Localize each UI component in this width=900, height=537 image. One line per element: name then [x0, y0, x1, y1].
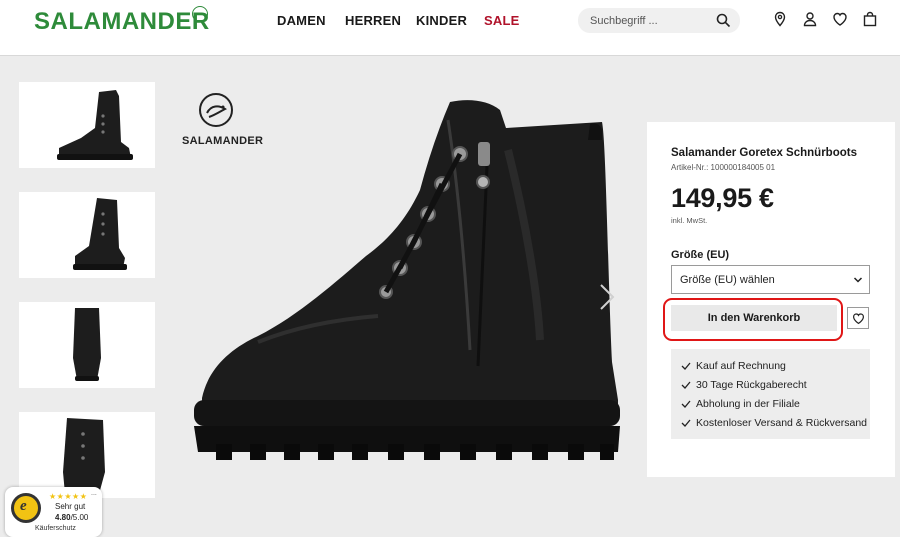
product-thumbnail-4[interactable] — [19, 412, 155, 498]
add-to-cart-button[interactable]: In den Warenkorb — [671, 305, 837, 331]
vat-note: inkl. MwSt. — [671, 216, 708, 225]
checkmark-icon — [681, 362, 691, 370]
nav-kinder[interactable]: KINDER — [416, 13, 467, 28]
cart-icon[interactable] — [862, 11, 878, 27]
article-number: Artikel-Nr.: 100000184005 01 — [671, 163, 776, 172]
account-icon[interactable] — [802, 11, 818, 27]
heart-icon — [853, 313, 864, 325]
boot-thumbnail-image — [73, 308, 101, 381]
product-main-image[interactable] — [188, 80, 628, 490]
gallery-next-arrow-icon[interactable] — [598, 282, 616, 312]
boot-thumbnail-image — [57, 90, 133, 160]
brand-logo[interactable]: SALAMANDER — [34, 8, 210, 36]
product-thumbnail-1[interactable] — [19, 82, 155, 168]
nav-herren[interactable]: HERREN — [345, 13, 401, 28]
chevron-down-icon — [853, 277, 863, 283]
site-header: SALAMANDER DAMEN HERREN KINDER SALE — [0, 0, 900, 56]
brand-logo-icon[interactable] — [192, 6, 208, 22]
size-select[interactable]: Größe (EU) wählen — [671, 265, 870, 294]
rating-text: Sehr gut — [55, 502, 86, 511]
buyer-protection-label: Käuferschutz — [35, 525, 76, 532]
nav-damen[interactable]: DAMEN — [277, 13, 326, 28]
trusted-shops-badge[interactable]: e ★★★★★ ... Sehr gut 4.80/5.00 Käufersch… — [5, 487, 102, 537]
product-thumbnail-3[interactable] — [19, 302, 155, 388]
boot-thumbnail-image — [73, 198, 127, 270]
add-to-wishlist-button[interactable] — [847, 307, 869, 329]
size-select-value: Größe (EU) wählen — [680, 274, 775, 286]
boot-thumbnail-image — [63, 418, 105, 494]
product-thumbnail-2[interactable] — [19, 192, 155, 278]
trusted-shops-seal-icon: e — [11, 493, 41, 523]
search-bar — [578, 8, 740, 33]
product-info-panel: Salamander Goretex Schnürboots Artikel-N… — [647, 122, 895, 477]
checkmark-icon — [681, 400, 691, 408]
search-icon[interactable] — [716, 13, 731, 28]
product-title: Salamander Goretex Schnürboots — [671, 147, 857, 159]
badge-more-icon[interactable]: ... — [91, 490, 97, 497]
benefits-list: Kauf auf Rechnung 30 Tage Rückgaberecht … — [671, 349, 870, 439]
product-price: 149,95 € — [671, 183, 774, 213]
checkmark-icon — [681, 419, 691, 427]
size-label: Größe (EU) — [671, 249, 730, 261]
location-icon[interactable] — [772, 11, 788, 27]
checkmark-icon — [681, 381, 691, 389]
search-input[interactable] — [590, 12, 708, 29]
rating-stars: ★★★★★ — [49, 492, 88, 501]
nav-sale[interactable]: SALE — [484, 13, 519, 28]
rating-score: 4.80/5.00 — [55, 513, 89, 522]
wishlist-icon[interactable] — [832, 11, 848, 27]
